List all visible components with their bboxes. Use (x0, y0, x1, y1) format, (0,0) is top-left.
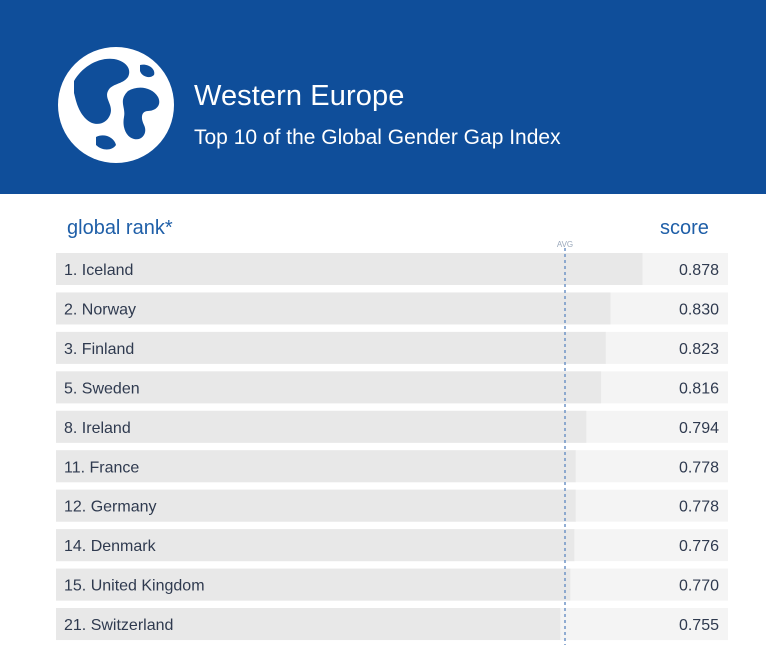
score-bar (56, 331, 606, 364)
score-value: 0.816 (679, 380, 719, 397)
score-bar (56, 410, 587, 443)
country-label: 8. Ireland (64, 420, 131, 437)
average-label: AVG (557, 240, 573, 249)
score-value: 0.794 (679, 420, 719, 437)
country-label: 3. Finland (64, 341, 134, 358)
score-value: 0.830 (679, 301, 719, 318)
country-label: 1. Iceland (64, 262, 133, 279)
score-value: 0.778 (679, 499, 719, 516)
score-value: 0.755 (679, 617, 719, 634)
country-label: 15. United Kingdom (64, 578, 205, 595)
score-value: 0.776 (679, 538, 719, 555)
score-value: 0.878 (679, 262, 719, 279)
ranking-bar-chart: 1. Iceland 0.878 2. Norway 0.830 3. Finland 0… (56, 240, 728, 646)
score-bar (56, 253, 643, 285)
country-label: 2. Norway (64, 301, 136, 318)
country-label: 11. France (64, 459, 139, 476)
country-label: 14. Denmark (64, 538, 157, 555)
score-bar (56, 292, 611, 325)
score-value: 0.778 (679, 459, 719, 476)
country-label: 21. Switzerland (64, 617, 173, 634)
score-value: 0.770 (679, 578, 719, 595)
country-label: 12. Germany (64, 499, 156, 516)
country-label: 5. Sweden (64, 380, 140, 397)
score-value: 0.823 (679, 341, 719, 358)
